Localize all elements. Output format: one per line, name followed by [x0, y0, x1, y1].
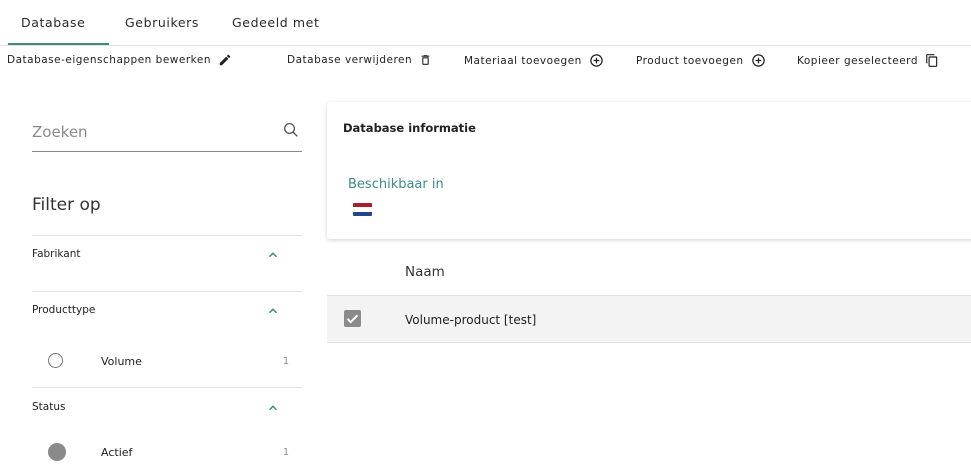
product-name: Volume-product [test] — [405, 313, 537, 327]
delete-database-label: Database verwijderen — [287, 54, 413, 66]
radio-volume[interactable] — [48, 353, 63, 368]
search-field — [32, 113, 302, 152]
pencil-icon — [219, 54, 231, 66]
chevron-up-icon[interactable] — [266, 304, 280, 318]
filter-title: Filter op — [32, 195, 101, 215]
delete-database-button[interactable]: Database verwijderen — [287, 53, 432, 67]
table-divider — [327, 342, 971, 343]
search-input[interactable] — [32, 123, 262, 141]
add-circle-icon — [751, 54, 765, 67]
tab-bar: Database Gebruikers Gedeeld met — [0, 0, 971, 45]
database-info-card: Database informatie Beschikbaar in — [327, 102, 971, 239]
tabs-divider — [0, 45, 971, 46]
filter-group-status[interactable]: Status — [32, 401, 282, 413]
search-icon[interactable] — [282, 121, 300, 139]
filter-group-fabrikant[interactable]: Fabrikant — [32, 248, 282, 260]
chevron-up-icon[interactable] — [266, 248, 280, 262]
netherlands-flag-icon — [353, 203, 372, 216]
divider — [32, 387, 302, 388]
available-in-label: Beschikbaar in — [348, 177, 444, 192]
edit-database-button[interactable]: Database-eigenschappen bewerken — [7, 53, 232, 67]
tab-database[interactable]: Database — [21, 15, 85, 30]
copy-icon — [926, 54, 938, 67]
option-count-volume: 1 — [283, 356, 290, 367]
add-product-label: Product toevoegen — [636, 54, 744, 67]
divider — [32, 235, 302, 236]
edit-database-label: Database-eigenschappen bewerken — [7, 54, 211, 66]
add-circle-icon — [590, 54, 603, 67]
option-label-volume: Volume — [101, 355, 142, 368]
add-material-label: Materiaal toevoegen — [464, 54, 582, 67]
tab-gebruikers[interactable]: Gebruikers — [125, 15, 199, 30]
divider — [32, 291, 302, 292]
option-count-actief: 1 — [283, 447, 290, 458]
column-header-naam[interactable]: Naam — [405, 264, 445, 280]
option-label-actief: Actief — [101, 446, 133, 459]
copy-selected-label: Kopieer geselecteerd — [797, 54, 918, 67]
radio-actief[interactable] — [48, 443, 66, 461]
table-row[interactable]: Volume-product [test] — [327, 296, 971, 342]
trash-icon — [421, 55, 430, 65]
card-title: Database informatie — [343, 121, 476, 135]
add-product-button[interactable]: Product toevoegen — [636, 53, 766, 68]
chevron-up-icon[interactable] — [266, 401, 280, 415]
tab-gedeeld-met[interactable]: Gedeeld met — [232, 15, 319, 30]
copy-selected-button[interactable]: Kopieer geselecteerd — [797, 53, 939, 68]
add-material-button[interactable]: Materiaal toevoegen — [464, 53, 604, 68]
toolbar: Database-eigenschappen bewerken Database… — [0, 47, 971, 75]
row-checkbox[interactable] — [344, 310, 361, 327]
check-icon — [346, 314, 359, 324]
filter-group-producttype[interactable]: Producttype — [32, 304, 282, 316]
